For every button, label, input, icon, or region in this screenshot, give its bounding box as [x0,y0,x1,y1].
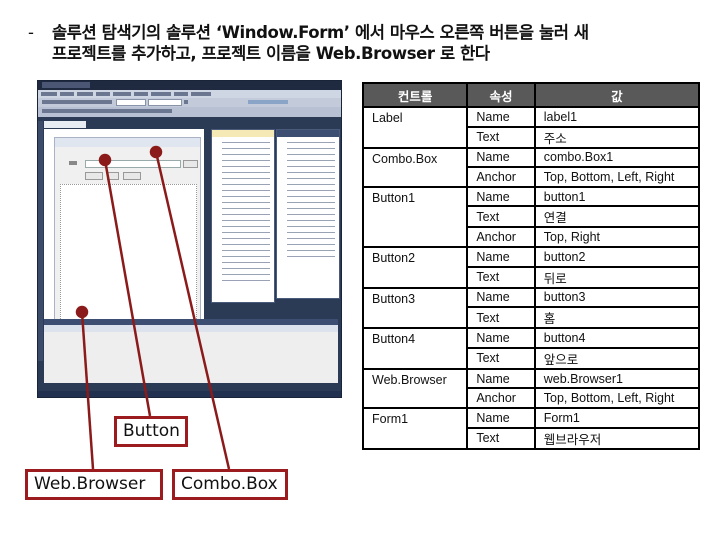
value-cell: 홈 [533,306,701,330]
property-cell: Text [466,426,536,450]
bullet: - [28,23,34,42]
vs-toolbar-standard [38,98,341,107]
control-cell: Button2 [361,245,469,289]
table-row: Combo.Box Name combo.Box1 [361,146,701,188]
property-cell: Name [466,406,536,429]
property-cell: Anchor [466,226,536,248]
solution-explorer-panel [276,129,340,299]
value-cell: button2 [533,245,701,268]
property-cell: Name [466,286,536,309]
table-row: Button1 Name button1 [361,185,701,248]
form-title-bar [55,138,200,147]
header-property: 속성 [466,82,536,108]
form-webbrowser-preview [60,184,197,341]
value-cell: Top, Bottom, Left, Right [533,166,701,188]
value-cell: 웹브라우저 [533,426,701,450]
table-row: Button4 Name button4 [361,327,701,370]
table-row: Button2 Name button2 [361,245,701,289]
value-cell: Top, Right [533,226,701,248]
table-row: Button3 Name button3 [361,286,701,330]
value-cell: web.Browser1 [533,367,701,390]
control-cell: Combo.Box [361,146,469,188]
vs-status-bar [38,391,341,397]
form-combobox-preview [85,160,181,168]
value-cell: label1 [533,106,701,128]
value-cell: 연결 [533,205,701,229]
control-cell: Button3 [361,286,469,330]
value-cell: Top, Bottom, Left, Right [533,387,701,409]
control-cell: Label [361,106,469,149]
callout-combobox: Combo.Box [172,469,288,500]
property-cell: Name [466,146,536,169]
vs-side-toolbar [38,121,43,361]
vs-toolbar-layout [38,107,341,117]
value-cell: 뒤로 [533,265,701,289]
value-cell: combo.Box1 [533,146,701,169]
property-table: 컨트롤 속성 값 Label Name label1 Text 주소 Combo.Box N… [361,82,701,450]
output-panel [44,319,338,383]
form-button4-preview [123,172,141,180]
table-row: Label Name label1 [361,106,701,149]
vs-menu-bar [38,90,341,98]
property-cell: Anchor [466,387,536,409]
form-button2-preview [85,172,103,180]
vs-title-bar [38,81,341,90]
value-cell: Form1 [533,406,701,429]
control-cell: Button4 [361,327,469,370]
callout-webbrowser: Web.Browser [25,469,163,500]
instruction-line-1: 솔루션 탐색기의 솔루션 ‘Window.Form’ 에서 마우스 오른쪽 버튼… [52,23,589,42]
value-cell: button4 [533,327,701,349]
value-cell: 앞으로 [533,346,701,370]
header-value: 값 [533,82,701,108]
visual-studio-screenshot [37,80,342,398]
value-cell: 주소 [533,125,701,149]
table-header-row: 컨트롤 속성 값 [361,82,701,108]
instruction-line-2: 프로젝트를 추가하고, 프로젝트 이름을 Web.Browser 로 한다 [52,44,490,63]
property-cell: Text [466,125,536,149]
callout-button: Button [114,416,188,447]
value-cell: button3 [533,286,701,309]
control-cell: Form1 [361,406,469,450]
form-button3-preview [107,172,119,180]
property-cell: Name [466,106,536,128]
property-cell: Name [466,327,536,349]
form-button1-preview [183,160,198,168]
property-cell: Text [466,205,536,229]
property-cell: Name [466,185,536,208]
header-control: 컨트롤 [361,82,469,108]
property-cell: Text [466,265,536,289]
toolbox-panel [211,129,275,303]
property-cell: Name [466,367,536,390]
form-preview [54,137,201,344]
vs-document-tab[interactable] [44,121,86,128]
form-label-preview [69,161,77,165]
property-cell: Name [466,245,536,268]
table-row: Web.Browser Name web.Browser1 [361,367,701,409]
control-cell: Button1 [361,185,469,248]
property-cell: Text [466,346,536,370]
table-row: Form1 Name Form1 [361,406,701,450]
property-cell: Text [466,306,536,330]
value-cell: button1 [533,185,701,208]
property-cell: Anchor [466,166,536,188]
control-cell: Web.Browser [361,367,469,409]
